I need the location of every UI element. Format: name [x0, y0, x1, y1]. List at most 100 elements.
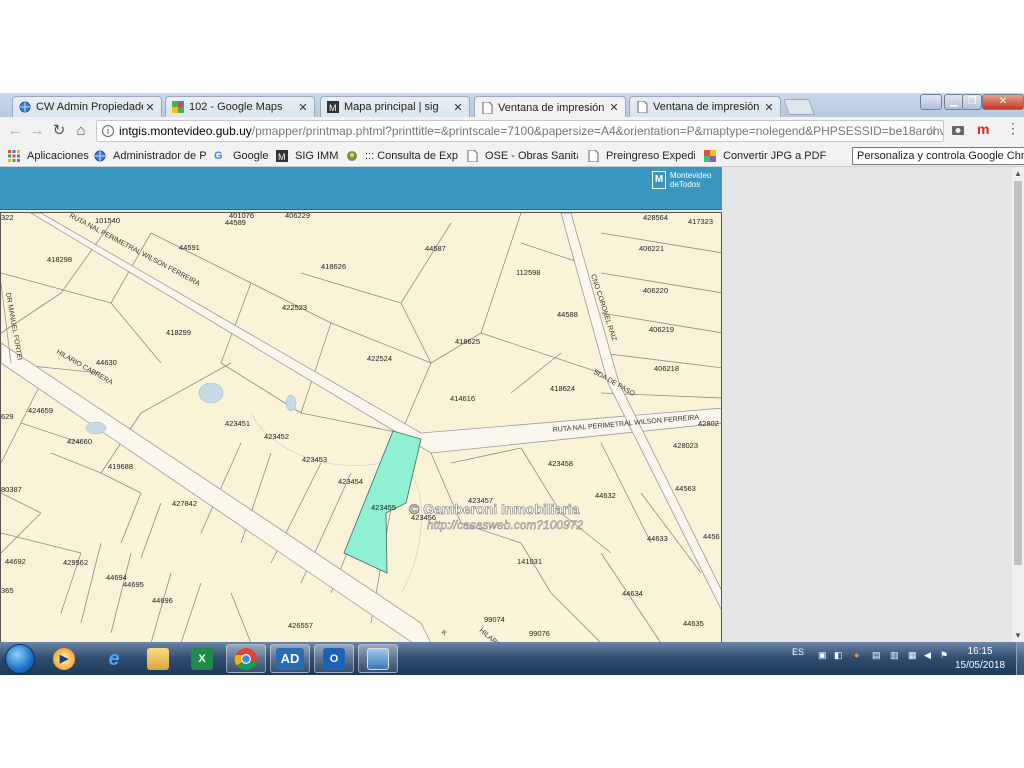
parcel-number: 417323 — [688, 217, 713, 226]
outlook-icon[interactable]: O — [314, 644, 354, 673]
parcel-number: 406221 — [639, 244, 664, 253]
parcel-number: 44633 — [647, 534, 668, 543]
bookmark-label: OSE - Obras Sanitari — [485, 150, 578, 162]
scroll-thumb[interactable] — [1014, 181, 1022, 565]
logo-mark: M — [652, 171, 666, 189]
close-icon[interactable]: ✕ — [607, 101, 621, 114]
page-content: M Montevideo deTodos RUTA NAL PERIMETRAL… — [0, 167, 1024, 642]
start-button[interactable] — [5, 644, 35, 674]
home-icon[interactable]: ⌂ — [72, 122, 90, 140]
parcel-number: 422524 — [367, 354, 392, 363]
parcel-number: 629 — [1, 412, 14, 421]
forward-arrow-icon[interactable]: → — [28, 122, 46, 140]
address-bar[interactable]: i intgis.montevideo.gub.uy/pmapper/print… — [96, 120, 944, 142]
camera-extension-icon[interactable] — [951, 123, 965, 140]
scroll-down-arrow-icon[interactable]: ▼ — [1012, 631, 1024, 640]
update-icon[interactable]: ● — [854, 650, 859, 660]
parcel-number: 44587 — [425, 244, 446, 253]
minimize-button[interactable]: ▁ — [944, 94, 964, 110]
windows-media-player-icon[interactable]: ▶ — [44, 644, 84, 673]
menu-icon[interactable]: ⋮ — [1006, 120, 1020, 137]
tab-mapa-principal[interactable]: M Mapa principal | sig ✕ — [320, 96, 470, 117]
sig-icon: M — [276, 150, 288, 162]
parcel-number: 423452 — [264, 432, 289, 441]
parcel-number: 44695 — [123, 580, 144, 589]
parcel-number: 423458 — [548, 459, 573, 468]
window-close-button[interactable]: ✕ — [982, 94, 1024, 110]
convert-icon — [704, 150, 716, 162]
file-explorer-icon[interactable] — [138, 644, 178, 673]
bookmark-aplicaciones[interactable]: Aplicaciones — [8, 148, 89, 164]
page-icon — [466, 149, 478, 163]
url-host: intgis.montevideo.gub.uy — [119, 124, 252, 138]
globe-icon — [94, 150, 106, 162]
parcel-number: 322 — [1, 213, 14, 222]
tab-label: Ventana de impresión — [653, 101, 760, 113]
parcel-number: 44692 — [5, 557, 26, 566]
chrome-icon[interactable] — [226, 644, 266, 673]
bookmark-consulta[interactable]: ::: Consulta de Exped — [346, 148, 458, 164]
vertical-scrollbar[interactable]: ▲ ▼ — [1012, 167, 1024, 642]
page-icon — [481, 101, 493, 114]
reload-icon[interactable]: ↻ — [50, 122, 68, 140]
outlook-tray-icon[interactable]: ◧ — [834, 650, 843, 661]
bookmark-sig-imm[interactable]: M SIG IMM — [276, 148, 338, 164]
parcel-number: 428564 — [643, 213, 668, 222]
excel-icon[interactable]: X — [182, 644, 222, 673]
tab-cw-admin[interactable]: CW Admin Propiedades ✕ — [12, 96, 162, 117]
internet-explorer-icon[interactable]: e — [94, 644, 134, 673]
cadastral-map[interactable]: RUTA NAL PERIMETRAL WILSON FERREIRA RUTA… — [0, 212, 722, 642]
ad-app-icon[interactable]: AD — [270, 644, 310, 673]
bookmark-google[interactable]: G Google — [214, 148, 268, 164]
close-icon[interactable]: ✕ — [143, 101, 157, 114]
m-extension-icon[interactable]: m — [977, 121, 989, 137]
url-path: /pmapper/printmap.phtml?printtitle=&prin… — [251, 124, 944, 138]
star-icon[interactable]: ☆ — [925, 121, 937, 141]
scroll-up-arrow-icon[interactable]: ▲ — [1012, 169, 1024, 178]
close-icon[interactable]: ✕ — [451, 101, 465, 114]
google-maps-icon — [172, 101, 184, 113]
consulta-icon — [346, 150, 358, 162]
bookmark-administrador[interactable]: Administrador de Pr — [94, 148, 206, 164]
clock-time[interactable]: 16:15 — [950, 646, 1010, 657]
profile-button[interactable] — [920, 94, 942, 110]
back-arrow-icon[interactable]: ← — [6, 122, 24, 140]
close-icon[interactable]: ✕ — [762, 101, 776, 114]
language-indicator[interactable]: ES — [792, 647, 804, 657]
close-icon[interactable]: ✕ — [296, 101, 310, 114]
parcel-number: 427842 — [172, 499, 197, 508]
remote-desktop-icon[interactable] — [358, 644, 398, 673]
volume-icon[interactable]: ◀ — [924, 650, 931, 661]
parcel-number: 80387 — [1, 485, 22, 494]
bookmark-convertir[interactable]: Convertir JPG a PDF — [704, 148, 826, 164]
show-desktop-button[interactable] — [1016, 642, 1024, 675]
flag-icon[interactable]: ⚑ — [940, 650, 948, 661]
devices-icon[interactable]: ▦ — [908, 650, 917, 661]
parcel-number: 423451 — [225, 419, 250, 428]
info-icon[interactable]: i — [102, 125, 114, 137]
parcel-number: 44630 — [96, 358, 117, 367]
printer-icon[interactable]: ▣ — [818, 650, 827, 661]
parcel-number: 418624 — [550, 384, 575, 393]
montevideo-logo: M Montevideo deTodos — [652, 171, 711, 189]
network-icon[interactable]: ▥ — [890, 650, 899, 661]
parcel-number: 406220 — [643, 286, 668, 295]
parcel-number: 99074 — [484, 615, 505, 624]
parcel-number: 99076 — [529, 629, 550, 638]
app-tray-icon[interactable]: ▤ — [872, 650, 881, 661]
new-tab-button[interactable] — [783, 99, 815, 115]
maximize-button[interactable]: ❐ — [962, 94, 982, 110]
tab-google-maps[interactable]: 102 - Google Maps ✕ — [165, 96, 315, 117]
page-icon — [636, 100, 648, 114]
parcel-number: 44632 — [595, 491, 616, 500]
tab-ventana-impresion-active[interactable]: Ventana de impresión ✕ — [474, 96, 626, 118]
apps-grid-icon — [8, 150, 20, 162]
parcel-number: 418626 — [321, 262, 346, 271]
google-icon: G — [214, 150, 223, 162]
parcel-number: 365 — [1, 586, 14, 595]
parcel-number: 422523 — [282, 303, 307, 312]
tab-ventana-impresion[interactable]: Ventana de impresión ✕ — [629, 96, 781, 117]
bookmark-ose[interactable]: OSE - Obras Sanitari — [466, 148, 578, 164]
clock-date[interactable]: 15/05/2018 — [950, 660, 1010, 671]
bookmark-preingreso[interactable]: Preingreso Expedien — [587, 148, 695, 164]
